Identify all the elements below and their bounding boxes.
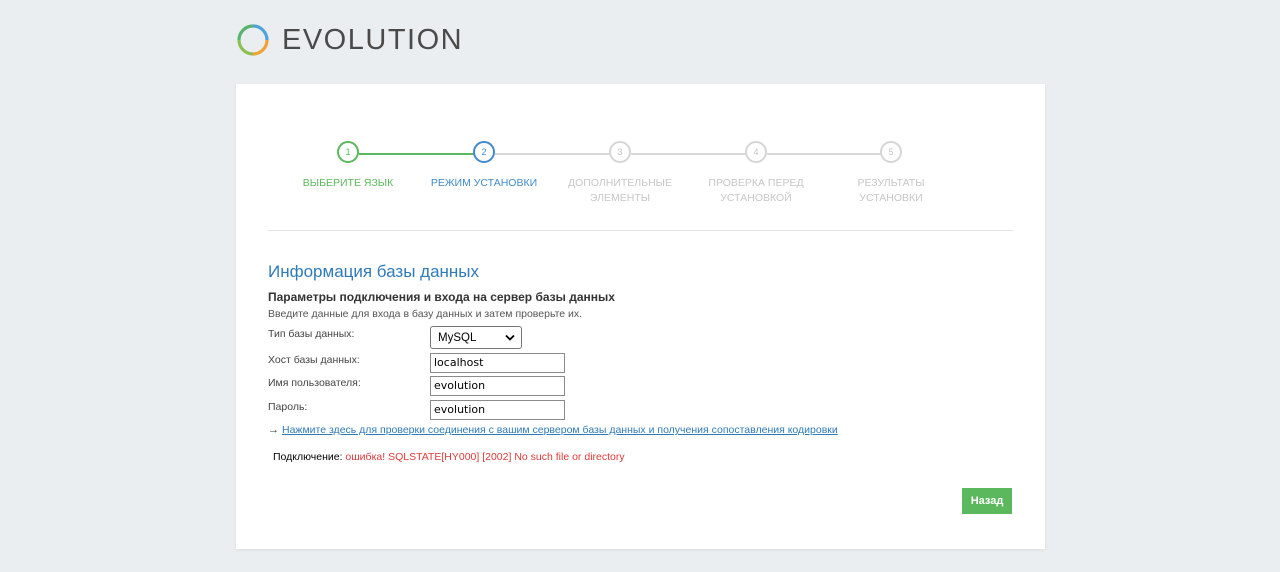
- db-host-label: Хост базы данных:: [268, 354, 360, 366]
- step-connector: [767, 153, 893, 155]
- brand-name: EVOLUTION: [282, 24, 464, 56]
- connection-label: Подключение:: [273, 451, 346, 463]
- db-password-label: Пароль:: [268, 401, 308, 413]
- db-user-label: Имя пользователя:: [268, 377, 361, 389]
- divider: [268, 230, 1013, 231]
- back-button[interactable]: Назад: [962, 488, 1012, 514]
- logo: EVOLUTION: [236, 22, 463, 58]
- step-5-label: РЕЗУЛЬТАТЫ УСТАНОВКИ: [857, 177, 925, 204]
- check-connection-row: → Нажмите здесь для проверки соединения …: [268, 424, 838, 436]
- db-type-value: MySQL: [438, 331, 477, 344]
- step-2-circle: 2: [473, 141, 495, 163]
- step-connector: [495, 153, 621, 155]
- db-host-input[interactable]: localhost: [430, 353, 565, 373]
- step-1-circle: 1: [337, 141, 359, 163]
- connection-status: Подключение: ошибка! SQLSTATE[HY000] [20…: [273, 451, 625, 463]
- chevron-down-icon: [505, 334, 515, 341]
- db-type-select[interactable]: MySQL: [430, 326, 522, 349]
- arrow-right-icon: →: [268, 424, 279, 436]
- db-type-label: Тип базы данных:: [268, 328, 355, 340]
- step-3-label: ДОПОЛНИТЕЛЬНЫЕ ЭЛЕМЕНТЫ: [568, 177, 672, 204]
- step-connector: [359, 153, 485, 155]
- step-2-label: РЕЖИМ УСТАНОВКИ: [430, 177, 538, 189]
- step-4-circle: 4: [745, 141, 767, 163]
- section-subtitle: Параметры подключения и входа на сервер …: [268, 290, 615, 304]
- install-card: 1 2 3 4 5 ВЫБЕРИТЕ ЯЗЫК РЕЖИМ УСТАНОВКИ …: [236, 84, 1045, 549]
- step-connector: [631, 153, 757, 155]
- db-password-input[interactable]: evolution: [430, 400, 565, 420]
- section-hint: Введите данные для входа в базу данных и…: [268, 308, 583, 320]
- connection-error: ошибка! SQLSTATE[HY000] [2002] No such f…: [345, 451, 625, 463]
- step-1-label: ВЫБЕРИТЕ ЯЗЫК: [302, 177, 394, 189]
- check-connection-link[interactable]: Нажмите здесь для проверки соединения с …: [282, 424, 838, 436]
- evolution-logo-icon: [237, 24, 269, 56]
- install-stepper: 1 2 3 4 5 ВЫБЕРИТЕ ЯЗЫК РЕЖИМ УСТАНОВКИ …: [236, 84, 1045, 234]
- step-5-circle: 5: [880, 141, 902, 163]
- step-3-circle: 3: [609, 141, 631, 163]
- db-user-input[interactable]: evolution: [430, 376, 565, 396]
- section-title: Информация базы данных: [268, 262, 480, 281]
- step-4-label: ПРОВЕРКА ПЕРЕД УСТАНОВКОЙ: [708, 177, 804, 204]
